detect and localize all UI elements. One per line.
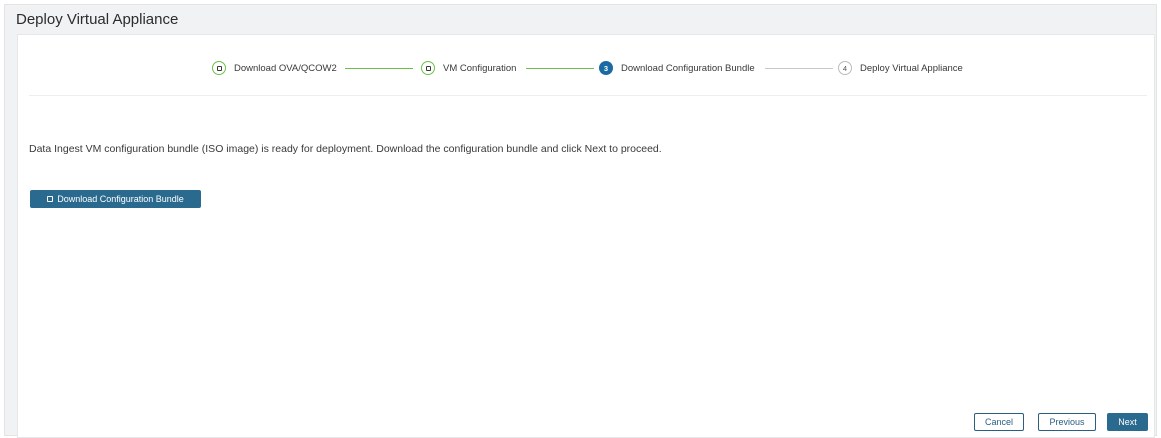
divider <box>29 95 1147 96</box>
step-connector <box>345 68 413 69</box>
wizard-panel: Download OVA/QCOW2 VM Configuration 3 Do… <box>17 34 1155 438</box>
step-deploy-virtual-appliance[interactable]: 4 Deploy Virtual Appliance <box>838 61 963 75</box>
step-vm-configuration[interactable]: VM Configuration <box>421 61 516 75</box>
app-frame: Deploy Virtual Appliance Download OVA/QC… <box>4 4 1157 438</box>
step-connector <box>526 68 594 69</box>
next-button[interactable]: Next <box>1107 413 1148 431</box>
step-number-badge: 4 <box>838 61 852 75</box>
step-label: Download Configuration Bundle <box>621 62 755 74</box>
step-download-ova[interactable]: Download OVA/QCOW2 <box>212 61 337 75</box>
step-label: Deploy Virtual Appliance <box>860 62 963 74</box>
step-download-config-bundle[interactable]: 3 Download Configuration Bundle <box>599 61 755 75</box>
step-label: Download OVA/QCOW2 <box>234 62 337 74</box>
step-connector <box>765 68 833 69</box>
instruction-message: Data Ingest VM configuration bundle (ISO… <box>29 143 662 155</box>
step-complete-icon <box>212 61 226 75</box>
download-icon <box>47 196 54 202</box>
step-label: VM Configuration <box>443 62 517 74</box>
download-config-bundle-button[interactable]: Download Configuration Bundle <box>30 190 201 208</box>
step-number-badge: 3 <box>599 61 613 75</box>
page-title: Deploy Virtual Appliance <box>16 11 179 28</box>
wizard-stepper: Download OVA/QCOW2 VM Configuration 3 Do… <box>18 35 1154 97</box>
step-complete-icon <box>421 61 435 75</box>
previous-button[interactable]: Previous <box>1038 413 1096 431</box>
cancel-button[interactable]: Cancel <box>974 413 1024 431</box>
download-button-label: Download Configuration Bundle <box>57 194 184 204</box>
